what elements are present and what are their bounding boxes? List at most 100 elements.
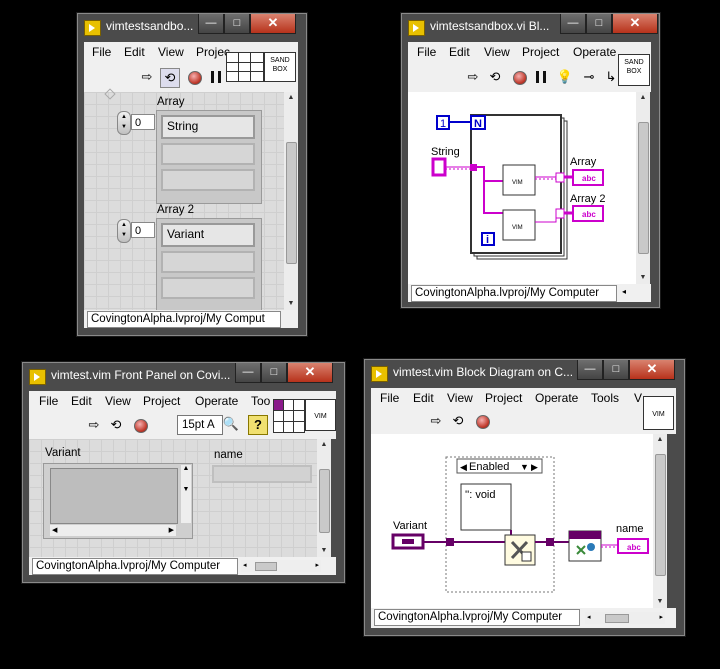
vi-icon[interactable]: VIM bbox=[643, 396, 674, 430]
close-button[interactable]: ✕ bbox=[250, 14, 296, 34]
highlight-execution-icon[interactable]: 💡 bbox=[556, 68, 574, 86]
vi-icon[interactable]: VIM bbox=[305, 399, 336, 431]
array2-element[interactable] bbox=[161, 251, 255, 273]
abort-icon[interactable] bbox=[134, 419, 148, 433]
menu-file[interactable]: File bbox=[417, 45, 436, 59]
run-continuously-icon[interactable]: ⟲ bbox=[160, 68, 180, 88]
vertical-scrollbar[interactable]: ▲ ▼ bbox=[284, 92, 298, 310]
vi-icon[interactable]: SAND BOX bbox=[264, 52, 296, 82]
retain-wire-values-icon[interactable]: ⊸ bbox=[580, 68, 598, 86]
menu-tools[interactable]: Too bbox=[251, 394, 270, 408]
scroll-up-icon[interactable]: ▲ bbox=[284, 92, 298, 104]
title-bar[interactable]: vimtestsandbo... — □ ✕ bbox=[78, 14, 306, 40]
array2-index-stepper[interactable]: ▲ ▼ bbox=[117, 219, 131, 243]
run-continuously-icon[interactable]: ⟲ bbox=[107, 416, 125, 434]
case-prev-arrow[interactable]: ◀ bbox=[460, 462, 467, 472]
variant-hscrollbar[interactable]: ◀ ▶ bbox=[50, 525, 176, 536]
scroll-down-icon[interactable]: ▼ bbox=[317, 545, 331, 557]
scroll-thumb[interactable] bbox=[655, 454, 666, 576]
connector-pane-icon[interactable] bbox=[226, 52, 264, 82]
close-button[interactable]: ✕ bbox=[612, 14, 658, 34]
run-continuously-icon[interactable]: ⟲ bbox=[449, 412, 467, 430]
string-control-terminal[interactable] bbox=[431, 157, 447, 177]
menu-project[interactable]: Projec bbox=[196, 45, 230, 59]
close-button[interactable]: ✕ bbox=[629, 360, 675, 380]
menu-project[interactable]: Project bbox=[522, 45, 559, 59]
maximize-button[interactable]: □ bbox=[261, 363, 287, 383]
scroll-thumb[interactable] bbox=[638, 122, 649, 254]
close-button[interactable]: ✕ bbox=[287, 363, 333, 383]
menu-operate[interactable]: Operate bbox=[195, 394, 238, 408]
menu-project[interactable]: Project bbox=[485, 391, 522, 405]
title-bar[interactable]: vimtest.vim Front Panel on Covi... — □ ✕ bbox=[23, 363, 344, 389]
search-icon[interactable]: 🔍 bbox=[222, 415, 240, 433]
minimize-button[interactable]: — bbox=[198, 14, 224, 34]
vi-icon[interactable]: SAND BOX bbox=[618, 54, 650, 86]
connector-pane-icon[interactable] bbox=[273, 399, 305, 433]
array2-element[interactable]: Variant bbox=[161, 223, 255, 247]
scroll-thumb[interactable] bbox=[319, 469, 330, 533]
menu-operate[interactable]: Operate bbox=[573, 45, 616, 59]
scroll-down-icon[interactable]: ▼ bbox=[653, 596, 667, 608]
hscroll[interactable]: ◂ ▸ bbox=[585, 612, 665, 624]
run-arrow-icon[interactable]: ⇨ bbox=[427, 412, 445, 430]
abort-icon[interactable] bbox=[476, 415, 490, 429]
array-element[interactable] bbox=[161, 169, 255, 191]
minimize-button[interactable]: — bbox=[560, 14, 586, 34]
indexing-tunnel[interactable] bbox=[555, 172, 565, 183]
menu-project[interactable]: Project bbox=[143, 394, 180, 408]
menu-view[interactable]: View bbox=[484, 45, 510, 59]
hscroll[interactable]: ◂ ▸ bbox=[241, 560, 321, 572]
minimize-button[interactable]: — bbox=[577, 360, 603, 380]
menu-edit[interactable]: Edit bbox=[449, 45, 470, 59]
menu-file[interactable]: File bbox=[39, 394, 58, 408]
menu-operate[interactable]: Operate bbox=[535, 391, 578, 405]
array-element[interactable] bbox=[161, 143, 255, 165]
tunnel[interactable] bbox=[546, 538, 554, 546]
menu-edit[interactable]: Edit bbox=[71, 394, 92, 408]
scroll-up-icon[interactable]: ▲ bbox=[636, 92, 650, 104]
scroll-down-icon[interactable]: ▼ bbox=[636, 272, 650, 284]
menu-edit[interactable]: Edit bbox=[124, 45, 145, 59]
variant-vscrollbar[interactable]: ▲ ▼ bbox=[181, 465, 191, 523]
run-arrow-icon[interactable]: ⇨ bbox=[464, 68, 482, 86]
array-index-stepper[interactable]: ▲ ▼ bbox=[117, 111, 131, 135]
vertical-scrollbar[interactable]: ▲ ▼ bbox=[653, 434, 667, 608]
menu-window[interactable]: V bbox=[634, 391, 642, 405]
menu-tools[interactable]: Tools bbox=[591, 391, 619, 405]
maximize-button[interactable]: □ bbox=[603, 360, 629, 380]
menu-view[interactable]: View bbox=[447, 391, 473, 405]
context-help-icon[interactable]: ? bbox=[248, 415, 268, 435]
minimize-button[interactable]: — bbox=[235, 363, 261, 383]
indexing-tunnel[interactable] bbox=[555, 208, 565, 219]
menu-view[interactable]: View bbox=[105, 394, 131, 408]
title-bar[interactable]: vimtest.vim Block Diagram on C... — □ ✕ bbox=[365, 360, 684, 386]
title-bar[interactable]: vimtestsandbox.vi Bl... — □ ✕ bbox=[402, 14, 659, 40]
case-next-arrow[interactable]: ▶ bbox=[531, 462, 538, 472]
abort-icon[interactable] bbox=[188, 71, 202, 85]
menu-edit[interactable]: Edit bbox=[413, 391, 434, 405]
menu-file[interactable]: File bbox=[92, 45, 111, 59]
tunnel[interactable] bbox=[470, 164, 477, 171]
scroll-left-icon[interactable]: ◂ bbox=[622, 287, 626, 296]
pause-icon[interactable] bbox=[536, 71, 546, 83]
run-arrow-icon[interactable]: ⇨ bbox=[85, 416, 103, 434]
vertical-scrollbar[interactable]: ▲ ▼ bbox=[636, 92, 650, 284]
array-index[interactable]: 0 bbox=[131, 114, 155, 130]
scroll-thumb[interactable] bbox=[286, 142, 297, 264]
menu-file[interactable]: File bbox=[380, 391, 399, 405]
chevron-down-icon[interactable]: ▼ bbox=[520, 462, 529, 472]
pause-icon[interactable] bbox=[211, 71, 221, 83]
run-continuously-icon[interactable]: ⟲ bbox=[486, 68, 504, 86]
vertical-scrollbar[interactable]: ▲ ▼ bbox=[317, 439, 331, 557]
variant-control[interactable]: ▲ ▼ ◀ ▶ bbox=[43, 463, 193, 539]
maximize-button[interactable]: □ bbox=[586, 14, 612, 34]
abort-icon[interactable] bbox=[513, 71, 527, 85]
scroll-up-icon[interactable]: ▲ bbox=[317, 439, 331, 451]
array-element[interactable]: String bbox=[161, 115, 255, 139]
array2-element[interactable] bbox=[161, 277, 255, 299]
scroll-up-icon[interactable]: ▲ bbox=[653, 434, 667, 446]
maximize-button[interactable]: □ bbox=[224, 14, 250, 34]
array2-index[interactable]: 0 bbox=[131, 222, 155, 238]
run-arrow-icon[interactable]: ⇨ bbox=[138, 68, 156, 86]
